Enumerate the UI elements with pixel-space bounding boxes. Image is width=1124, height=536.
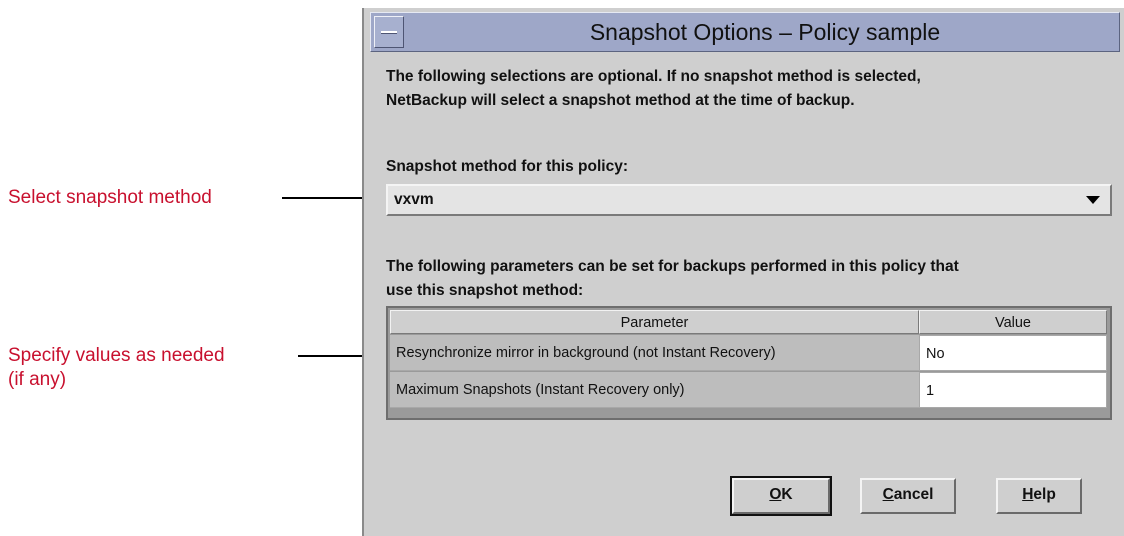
window-menu-icon: [381, 31, 397, 33]
table-row-param-resync[interactable]: Resynchronize mirror in background (not …: [390, 335, 919, 371]
column-header-parameter[interactable]: Parameter: [390, 310, 919, 334]
callout-select-method-text: Select snapshot method: [8, 187, 212, 208]
intro-text-line2: NetBackup will select a snapshot method …: [386, 92, 855, 109]
callout-select-method: Select snapshot method: [8, 186, 212, 210]
cancel-button-label: ancel: [893, 486, 934, 503]
ok-button-mnemonic: O: [769, 486, 782, 503]
dialog-title: Snapshot Options – Policy sample: [589, 19, 941, 45]
ok-button[interactable]: OK: [730, 476, 832, 516]
dialog-titlebar[interactable]: Snapshot Options – Policy sample: [370, 12, 1120, 52]
callout-specify-values: Specify values as needed (if any): [8, 344, 225, 392]
snapshot-method-select[interactable]: vxvm: [386, 184, 1112, 216]
help-button[interactable]: Help: [996, 478, 1082, 514]
column-header-value[interactable]: Value: [919, 310, 1107, 334]
table-row-value-resync[interactable]: No: [919, 335, 1107, 371]
snapshot-method-value: vxvm: [394, 191, 434, 208]
help-button-label: elp: [1033, 486, 1056, 503]
help-button-mnemonic: H: [1022, 486, 1034, 503]
snapshot-options-dialog: Snapshot Options – Policy sample The fol…: [362, 8, 1124, 536]
callout-specify-values-line2: (if any): [8, 369, 67, 390]
parameters-table: Parameter Value Resynchronize mirror in …: [386, 306, 1112, 420]
intro-text-line1: The following selections are optional. I…: [386, 68, 921, 85]
callout-specify-values-line1: Specify values as needed: [8, 345, 225, 366]
table-row-value-max-snapshots[interactable]: 1: [919, 372, 1107, 408]
params-text-line1: The following parameters can be set for …: [386, 258, 959, 275]
method-label: Snapshot method for this policy:: [386, 158, 628, 175]
cancel-button[interactable]: Cancel: [860, 478, 956, 514]
params-text-line2: use this snapshot method:: [386, 282, 584, 299]
window-menu-button[interactable]: [374, 16, 404, 48]
chevron-down-icon[interactable]: [1086, 196, 1100, 204]
ok-button-label: K: [781, 486, 793, 503]
cancel-button-mnemonic: C: [882, 486, 894, 503]
table-row-param-max-snapshots[interactable]: Maximum Snapshots (Instant Recovery only…: [390, 372, 919, 408]
